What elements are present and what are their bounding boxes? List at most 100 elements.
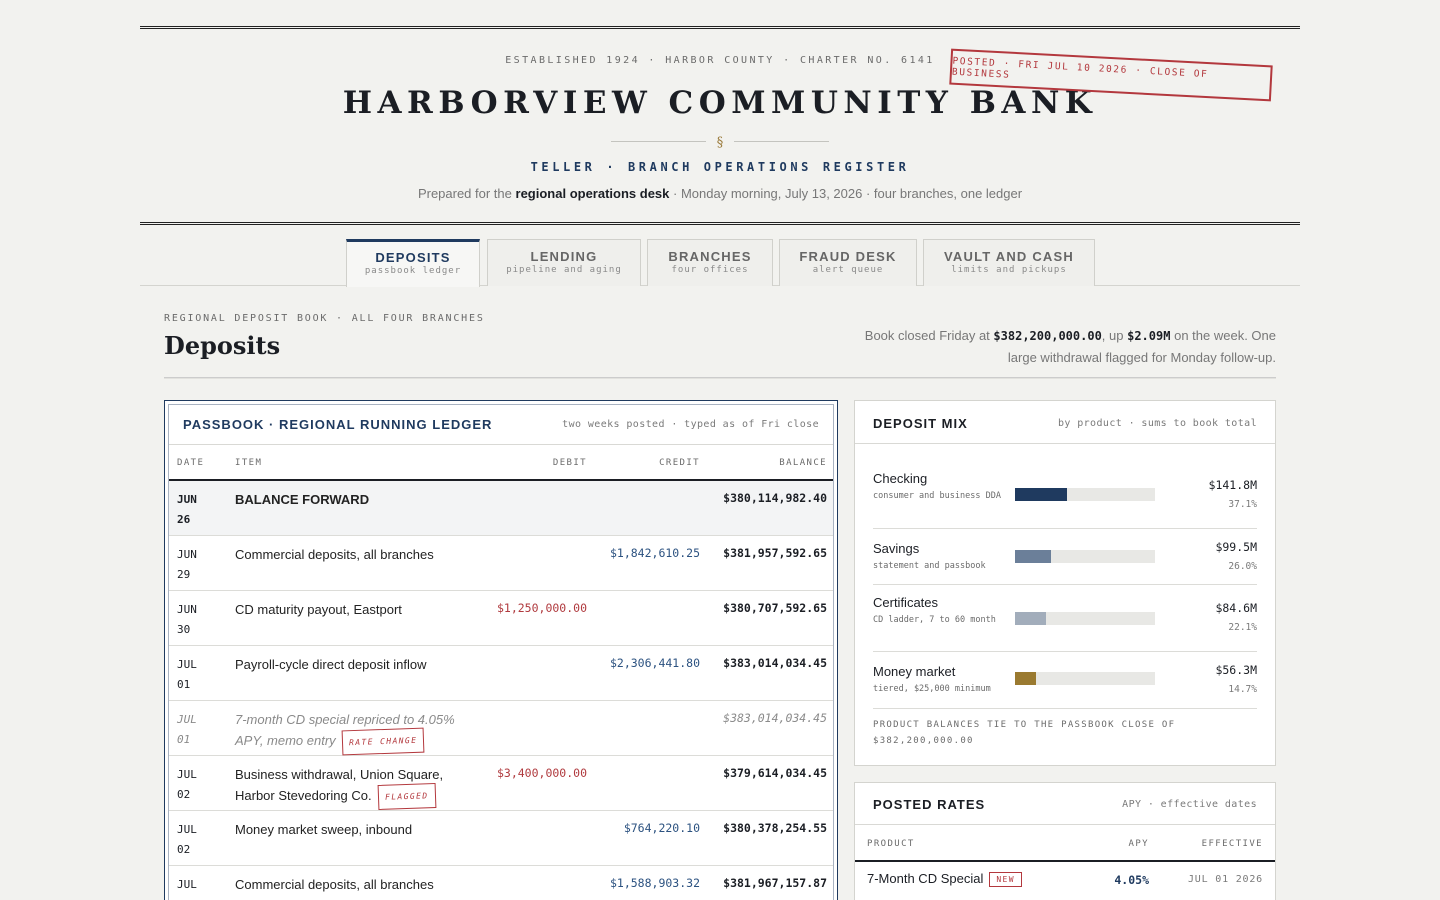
posted-rates-header: POSTED RATES APY · effective dates <box>855 783 1275 825</box>
row-date: JUN 26 <box>177 493 197 526</box>
row-item: Business withdrawal, Union Square, Harbo… <box>235 765 480 810</box>
mix-bar-fill <box>1015 672 1036 685</box>
tab-deposits[interactable]: DEPOSITS passbook ledger <box>346 239 480 287</box>
row-credit: $764,220.10 <box>623 821 700 835</box>
tab-label: BRANCHES <box>668 249 752 264</box>
row-item: BALANCE FORWARD <box>235 492 370 507</box>
tab-fraud-desk[interactable]: FRAUD DESK alert queue <box>779 239 917 286</box>
prepared-for: regional operations desk <box>515 186 670 201</box>
col-credit: CREDIT <box>659 458 700 468</box>
row-credit: $1,588,903.32 <box>609 876 700 890</box>
mix-percent: 37.1% <box>1228 499 1257 510</box>
tab-sublabel: alert queue <box>812 265 884 275</box>
tab-vault-and-cash[interactable]: VAULT AND CASH limits and pickups <box>923 239 1095 286</box>
rate-effective: JUL 01 2026 <box>1187 874 1263 885</box>
section-mark-icon: § <box>716 135 724 150</box>
col-product: PRODUCT <box>867 839 915 849</box>
summary-text-a: Book closed Friday at <box>864 328 990 343</box>
mix-bar-track <box>1015 612 1155 625</box>
row-date: JUL06 <box>177 878 197 900</box>
mix-percent: 14.7% <box>1228 684 1257 695</box>
col-date: DATE <box>177 458 205 468</box>
ledger-row[interactable]: JUL06 Commercial deposits, all branches … <box>169 866 833 900</box>
tab-label: FRAUD DESK <box>799 249 897 264</box>
deposit-mix-footnote: PRODUCT BALANCES TIE TO THE PASSBOOK CLO… <box>873 720 1176 746</box>
row-date: JUL 01 <box>177 713 197 746</box>
tab-bar: DEPOSITS passbook ledger LENDING pipelin… <box>140 239 1300 287</box>
row-balance: $381,967,157.87 <box>723 876 827 890</box>
rates-column-headers: PRODUCT APY EFFECTIVE <box>855 825 1275 862</box>
row-debit: $1,250,000.00 <box>496 601 587 615</box>
row-balance: $380,707,592.65 <box>723 601 827 615</box>
ledger-row[interactable]: JUL 01 Payroll-cycle direct deposit inflo… <box>169 646 833 701</box>
deposit-mix-panel: DEPOSIT MIX by product · sums to book to… <box>854 400 1276 766</box>
ledger-row[interactable]: JUN 26 BALANCE FORWARD $380,114,982.40 <box>169 481 833 536</box>
ledger-column-headers: DATE ITEM DEBIT CREDIT BALANCE <box>169 445 833 481</box>
row-balance: $381,957,592.65 <box>723 546 827 560</box>
summary-text-b: , up <box>1101 328 1124 343</box>
row-balance: $383,014,034.45 <box>723 656 827 670</box>
new-badge: NEW <box>989 872 1022 887</box>
section-summary: Book closed Friday at $382,200,000.00, u… <box>836 325 1276 368</box>
book-total: $382,200,000.00 <box>993 329 1102 343</box>
ledger-row[interactable]: JUN 29 Commercial deposits, all branches … <box>169 536 833 591</box>
section-title: Deposits <box>164 331 281 360</box>
row-date: JUL 02 <box>177 768 197 801</box>
tab-sublabel: pipeline and aging <box>506 265 622 275</box>
row-item: Payroll-cycle direct deposit inflow <box>235 657 427 672</box>
mix-bar-fill <box>1015 488 1067 501</box>
rate-product: 7-Month CD Special NEW <box>867 871 1022 887</box>
mix-percent: 22.1% <box>1228 622 1257 633</box>
mix-row-checking[interactable]: Checking consumer and business DDA $141.… <box>873 471 1257 529</box>
prepared-line: Prepared for the regional operations des… <box>140 186 1300 201</box>
posted-rates-title: POSTED RATES <box>873 797 986 812</box>
prepared-suffix: · Monday morning, July 13, 2026 · four b… <box>673 186 1023 201</box>
rate-change-badge: RATE CHANGE <box>341 727 425 756</box>
mix-row-savings[interactable]: Savings statement and passbook $99.5M 26… <box>873 540 1257 585</box>
tab-sublabel: four offices <box>671 265 749 275</box>
mix-product-desc: tiered, $25,000 minimum <box>873 684 991 694</box>
register-subtitle: TELLER · BRANCH OPERATIONS REGISTER <box>530 160 910 174</box>
rate-product-name: 7-Month CD Special <box>867 871 984 886</box>
col-apy: APY <box>1128 839 1149 849</box>
ledger-title: PASSBOOK · REGIONAL RUNNING LEDGER <box>183 417 493 432</box>
mix-amount: $141.8M <box>1208 478 1257 492</box>
ledger-row-flagged[interactable]: JUL 02 Business withdrawal, Union Square,… <box>169 756 833 811</box>
tab-lending[interactable]: LENDING pipeline and aging <box>487 239 641 286</box>
posted-rates-note: APY · effective dates <box>1122 799 1257 810</box>
prepared-prefix: Prepared for the <box>417 186 512 201</box>
ledger-row-memo[interactable]: JUL 01 7-month CD special repriced to 4.0… <box>169 701 833 756</box>
mix-product-desc: statement and passbook <box>873 561 986 571</box>
row-item: Money market sweep, inbound <box>235 822 413 837</box>
row-item: Commercial deposits, all branches <box>235 547 434 562</box>
ledger-row[interactable]: JUN 30 CD maturity payout, Eastport $1,25… <box>169 591 833 646</box>
row-balance: $380,114,982.40 <box>723 491 827 505</box>
row-balance: $383,014,034.45 <box>723 711 827 725</box>
masthead: ESTABLISHED 1924 · HARBOR COUNTY · CHART… <box>140 26 1300 225</box>
deposit-mix-title: DEPOSIT MIX <box>873 416 968 431</box>
posted-rates-panel: POSTED RATES APY · effective dates PRODU… <box>854 782 1276 900</box>
ledger-row[interactable]: JUL 02 Money market sweep, inbound $764,2… <box>169 811 833 866</box>
row-date: JUL 01 <box>177 658 197 691</box>
tab-sublabel: passbook ledger <box>364 266 462 276</box>
mix-percent: 26.0% <box>1228 561 1257 572</box>
mix-amount: $56.3M <box>1215 663 1257 677</box>
mix-product-name: Certificates <box>873 595 939 610</box>
mix-bar-fill <box>1015 550 1052 563</box>
tab-sublabel: limits and pickups <box>951 265 1067 275</box>
mix-row-money-market[interactable]: Money market tiered, $25,000 minimum $56… <box>873 663 1257 709</box>
mix-row-certificates[interactable]: Certificates CD ladder, 7 to 60 month $8… <box>873 595 1257 652</box>
tab-branches[interactable]: BRANCHES four offices <box>647 239 773 286</box>
mix-bar-fill <box>1015 612 1046 625</box>
mix-product-name: Money market <box>873 664 956 679</box>
col-item: ITEM <box>235 458 263 468</box>
mix-product-name: Checking <box>873 471 928 486</box>
mix-bar-track <box>1015 488 1155 501</box>
mix-product-desc: CD ladder, 7 to 60 month <box>873 615 996 625</box>
rate-row[interactable]: 7-Month CD Special NEW 4.05% JUL 01 2026 <box>855 862 1275 898</box>
ledger-header: PASSBOOK · REGIONAL RUNNING LEDGER two w… <box>169 405 833 445</box>
deposit-mix-header: DEPOSIT MIX by product · sums to book to… <box>855 401 1275 444</box>
week-change: $2.09M <box>1127 329 1171 343</box>
row-item: Commercial deposits, all branches <box>235 877 434 892</box>
tab-label: VAULT AND CASH <box>944 249 1074 264</box>
